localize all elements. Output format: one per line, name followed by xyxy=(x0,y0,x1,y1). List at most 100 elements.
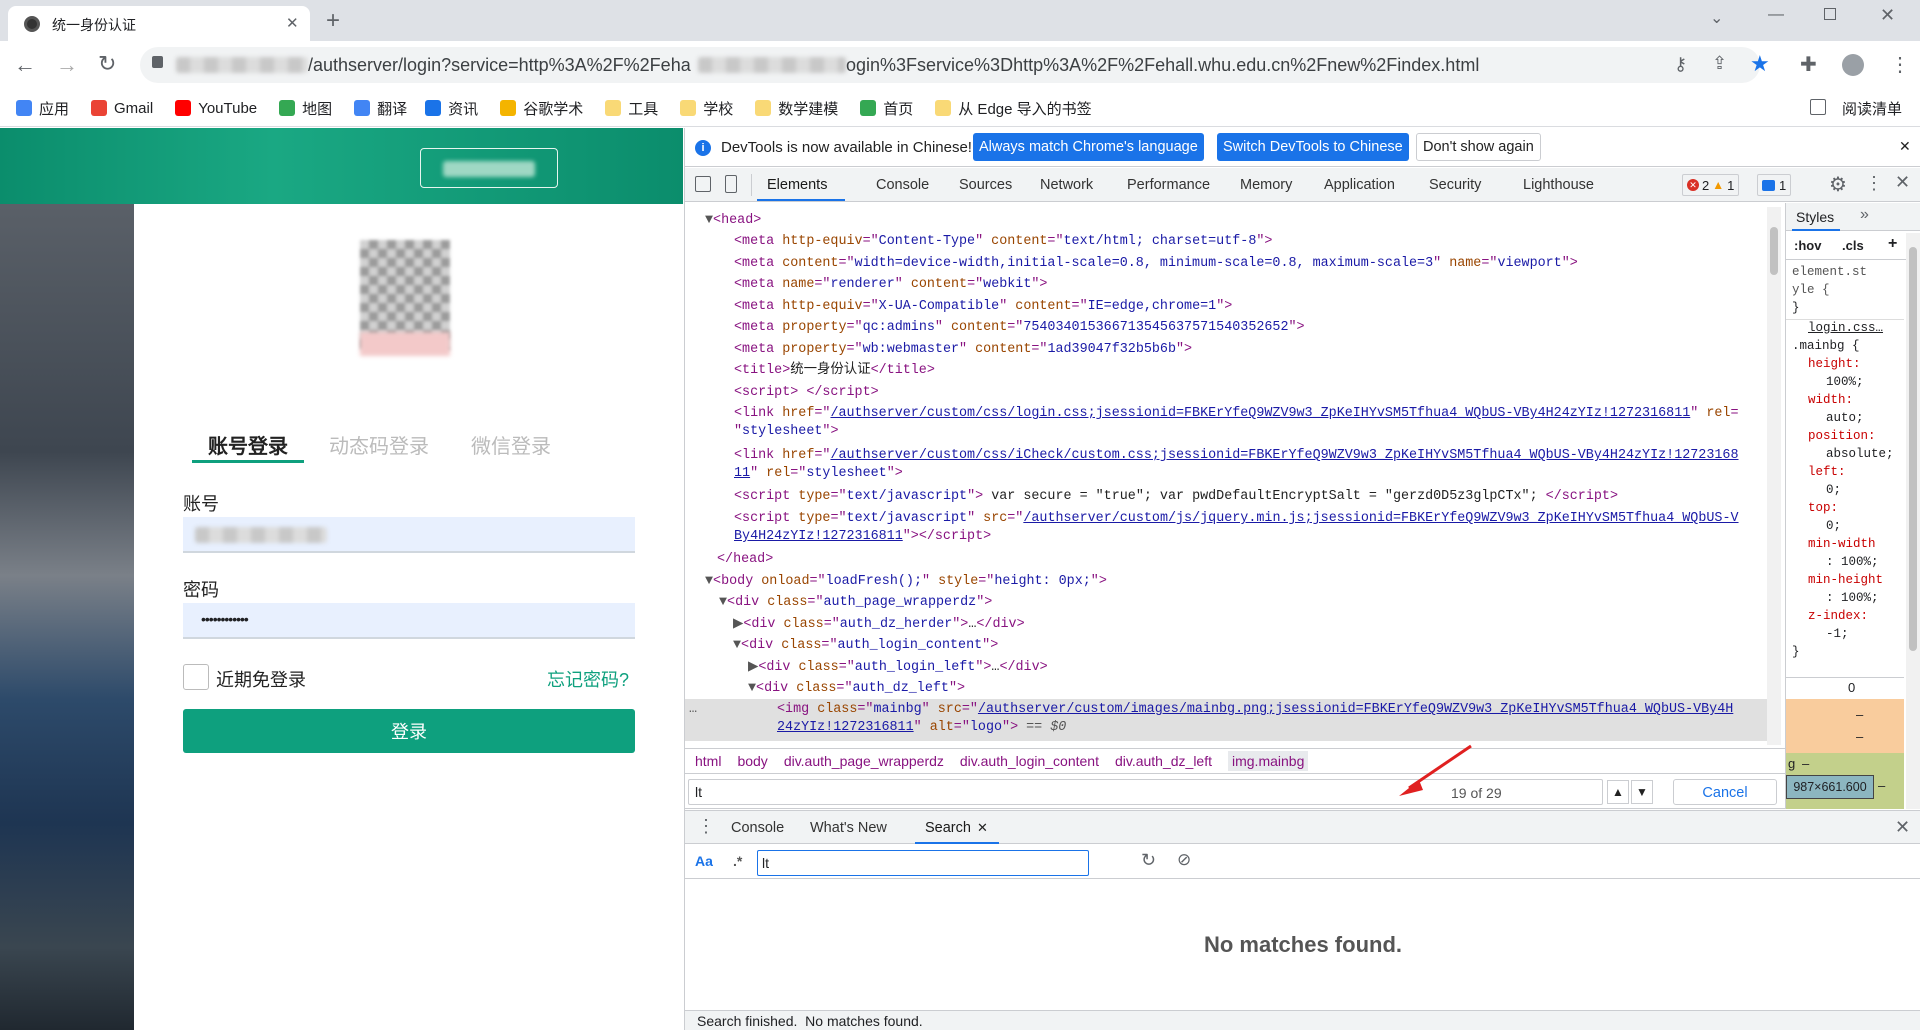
bookmark-item[interactable]: 谷歌学术 xyxy=(500,89,583,127)
tab-lighthouse[interactable]: Lighthouse xyxy=(1523,168,1594,202)
style-property-name[interactable]: min-height xyxy=(1808,571,1883,589)
styles-tab[interactable]: Styles xyxy=(1796,209,1834,225)
tab-elements[interactable]: Elements xyxy=(767,168,827,202)
bookmark-item[interactable]: 学校 xyxy=(680,89,733,127)
minimize-icon[interactable]: — xyxy=(1768,6,1784,24)
forgot-password-link[interactable]: 忘记密码? xyxy=(547,666,629,692)
reading-list-icon[interactable] xyxy=(1810,99,1826,115)
forward-icon[interactable]: → xyxy=(56,52,78,78)
styles-scrollbar[interactable] xyxy=(1906,233,1920,809)
tab-search-icon[interactable]: ⌄ xyxy=(1710,8,1723,28)
devtools-menu-icon[interactable]: ⋮ xyxy=(1865,173,1883,194)
breadcrumb-item[interactable]: div.auth_dz_left xyxy=(1115,753,1212,769)
bookmark-item[interactable]: 首页 xyxy=(860,89,913,127)
dom-line[interactable]: <link href="/authserver/custom/css/login… xyxy=(734,405,1739,423)
password-input[interactable]: •••••••••••• xyxy=(183,603,635,639)
dom-line[interactable]: ▼<div class="auth_dz_left"> xyxy=(748,680,965,698)
profile-avatar[interactable] xyxy=(1842,54,1864,76)
close-tab-icon[interactable]: ✕ xyxy=(286,14,299,32)
drawer-tab-search[interactable]: Search xyxy=(925,811,971,845)
dom-line[interactable]: <meta content="width=device-width,initia… xyxy=(734,255,1578,273)
tab-application[interactable]: Application xyxy=(1324,168,1395,202)
address-bar[interactable]: /authserver/login?service=http%3A%2F%2Fe… xyxy=(140,47,1770,83)
remember-checkbox[interactable] xyxy=(183,664,209,690)
style-source-link[interactable]: login.css… xyxy=(1808,319,1883,337)
dom-line[interactable]: <meta property="wb:webmaster" content="1… xyxy=(734,341,1192,359)
issue-counters[interactable]: ✕ 2 ▲ 1 xyxy=(1682,174,1740,196)
style-property-value[interactable]: : 100%; xyxy=(1826,589,1879,607)
close-drawer-icon[interactable]: ✕ xyxy=(1895,817,1910,838)
style-property-value[interactable]: absolute; xyxy=(1826,445,1894,463)
match-case-icon[interactable]: Aa xyxy=(695,853,713,869)
dom-line[interactable]: <meta http-equiv="X-UA-Compatible" conte… xyxy=(734,298,1232,316)
breadcrumb-item[interactable]: body xyxy=(737,753,767,769)
device-toolbar-icon[interactable] xyxy=(725,175,737,193)
tab-security[interactable]: Security xyxy=(1429,168,1481,202)
dom-line[interactable]: <title>统一身份认证</title> xyxy=(734,362,935,380)
restore-icon[interactable] xyxy=(1824,8,1836,20)
dom-line[interactable]: <meta http-equiv="Content-Type" content=… xyxy=(734,233,1272,251)
dom-line[interactable]: ▶<div class="auth_login_left">…</div> xyxy=(748,659,1048,677)
reading-list-label[interactable]: 阅读清单 xyxy=(1842,89,1902,127)
menu-icon[interactable]: ⋮ xyxy=(1890,52,1910,77)
browser-tab[interactable]: 统一身份认证 ✕ xyxy=(8,6,310,41)
account-input[interactable] xyxy=(183,517,635,553)
close-devtools-icon[interactable]: ✕ xyxy=(1895,172,1910,193)
bookmark-item[interactable]: 从 Edge 导入的书签 xyxy=(935,89,1092,127)
style-property-value[interactable]: 0; xyxy=(1826,481,1841,499)
find-cancel-button[interactable]: Cancel xyxy=(1673,779,1777,805)
tab-account-login[interactable]: 账号登录 xyxy=(208,430,288,459)
dom-scrollbar[interactable] xyxy=(1767,207,1781,745)
find-prev-icon[interactable]: ▲ xyxy=(1607,780,1629,804)
style-property-name[interactable]: width: xyxy=(1808,391,1853,409)
messages-counter[interactable]: 1 xyxy=(1757,174,1792,196)
dom-line[interactable]: ▶<div class="auth_dz_herder">…</div> xyxy=(733,616,1025,634)
dont-show-again-button[interactable]: Don't show again xyxy=(1416,133,1541,161)
key-icon[interactable]: ⚷ xyxy=(1674,54,1687,75)
dom-line[interactable]: </head> xyxy=(717,551,773,569)
breadcrumb-item[interactable]: div.auth_page_wrapperdz xyxy=(784,753,944,769)
style-property-value[interactable]: : 100%; xyxy=(1826,553,1879,571)
style-property-name[interactable]: top: xyxy=(1808,499,1838,517)
bookmark-star-icon[interactable]: ★ xyxy=(1750,51,1770,77)
dom-line[interactable]: ▼<head> xyxy=(705,212,761,230)
bookmark-item[interactable]: 工具 xyxy=(605,89,658,127)
drawer-menu-icon[interactable]: ⋮ xyxy=(697,816,715,837)
search-input[interactable]: lt xyxy=(757,850,1089,876)
style-property-value[interactable]: auto; xyxy=(1826,409,1864,427)
bookmark-item[interactable]: Gmail xyxy=(91,89,153,127)
bookmark-item[interactable]: 资讯 xyxy=(425,89,478,127)
dom-line[interactable]: ▼<div class="auth_login_content"> xyxy=(733,637,998,655)
new-tab-icon[interactable]: + xyxy=(326,7,340,35)
tab-console[interactable]: Console xyxy=(876,168,929,202)
share-icon[interactable]: ⇪ xyxy=(1712,53,1727,74)
settings-gear-icon[interactable]: ⚙ xyxy=(1829,172,1847,197)
breadcrumb-item[interactable]: div.auth_login_content xyxy=(960,753,1099,769)
hover-state-toggle[interactable]: :hov xyxy=(1794,238,1821,253)
dom-tree[interactable]: <html> ▼<head> <meta http-equiv="Content… xyxy=(685,203,1782,748)
add-rule-icon[interactable]: + xyxy=(1888,235,1897,253)
clear-search-icon[interactable]: ⊘ xyxy=(1177,850,1191,870)
style-property-name[interactable]: left: xyxy=(1808,463,1846,481)
dom-line[interactable]: <script> </script> xyxy=(734,384,879,402)
tab-wechat-login[interactable]: 微信登录 xyxy=(471,430,551,459)
dom-line[interactable]: ▼<div class="auth_page_wrapperdz"> xyxy=(719,594,992,612)
tab-network[interactable]: Network xyxy=(1040,168,1093,202)
dom-line[interactable]: <link href="/authserver/custom/css/iChec… xyxy=(734,447,1739,465)
close-search-tab-icon[interactable]: ✕ xyxy=(977,820,988,836)
tab-performance[interactable]: Performance xyxy=(1127,168,1210,202)
close-banner-icon[interactable]: ✕ xyxy=(1899,138,1911,155)
inspect-element-icon[interactable] xyxy=(695,176,711,192)
bookmark-item[interactable]: YouTube xyxy=(175,89,257,127)
switch-to-chinese-button[interactable]: Switch DevTools to Chinese xyxy=(1217,133,1409,161)
style-property-value[interactable]: -1; xyxy=(1826,625,1849,643)
more-tabs-icon[interactable]: » xyxy=(1860,206,1869,224)
style-property-name[interactable]: height: xyxy=(1808,355,1861,373)
bookmark-item[interactable]: 地图 xyxy=(279,89,332,127)
style-property-name[interactable]: min-width xyxy=(1808,535,1876,553)
drawer-tab-whats-new[interactable]: What's New xyxy=(810,811,887,845)
style-property-value[interactable]: 0; xyxy=(1826,517,1841,535)
tab-dynamic-code-login[interactable]: 动态码登录 xyxy=(329,430,429,459)
bookmark-item[interactable]: 应用 xyxy=(16,89,69,127)
dom-line[interactable]: <script type="text/javascript"> var secu… xyxy=(734,488,1618,506)
